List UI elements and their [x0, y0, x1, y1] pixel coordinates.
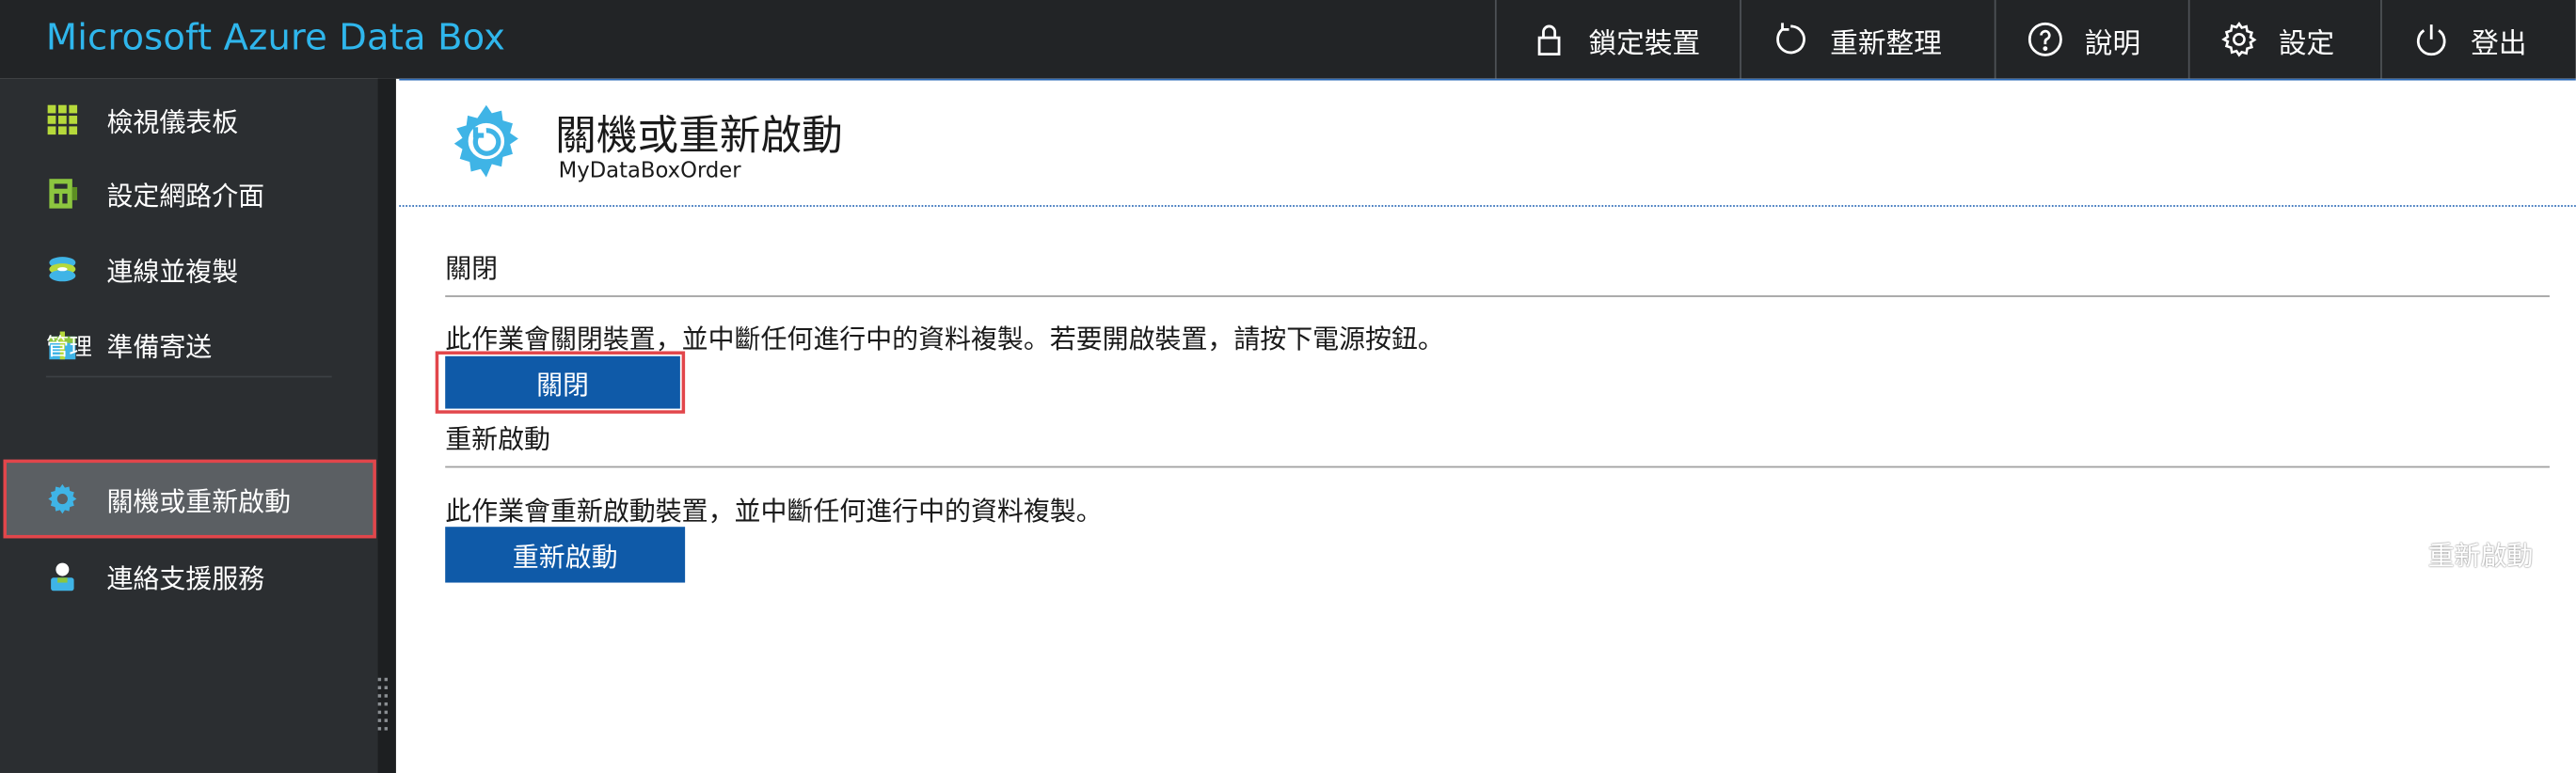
refresh-label: 重新整理 — [1830, 26, 1942, 60]
sidebar-item-label: 關機或重新啟動 — [106, 485, 292, 517]
sidebar-item-label: 檢視儀表板 — [106, 106, 239, 138]
sidebar-item-label: 連線並複製 — [106, 256, 239, 288]
sign-out-label: 登出 — [2471, 26, 2527, 60]
shutdown-button-highlight — [435, 351, 686, 414]
sidebar-section-manage: 管理 — [45, 335, 92, 361]
dashboard-grid-icon — [46, 103, 79, 136]
restart-divider — [445, 465, 2550, 468]
restart-ghost-label: 重新啟動 — [2427, 540, 2534, 572]
shutdown-divider — [445, 295, 2550, 297]
support-person-icon — [46, 560, 79, 592]
refresh-icon — [1771, 20, 1810, 59]
refresh-button[interactable]: 重新整理 — [1740, 0, 1996, 79]
sidebar-item-label: 設定網路介面 — [106, 180, 265, 213]
page-subtitle: MyDataBoxOrder — [558, 159, 741, 184]
app-title: Microsoft Azure Data Box — [45, 18, 506, 59]
lock-device-label: 鎖定裝置 — [1588, 26, 1701, 60]
network-icon — [46, 177, 79, 210]
top-bar: Microsoft Azure Data Box 鎖定裝置 重新整理 說明 設定… — [0, 0, 2576, 79]
shutdown-heading: 關閉 — [445, 252, 499, 284]
restart-heading: 重新啟動 — [445, 423, 550, 455]
resize-grip-icon[interactable] — [377, 676, 389, 738]
help-button[interactable]: 說明 — [1994, 0, 2190, 79]
sidebar-item-contact-support[interactable]: 連絡支援服務 — [0, 538, 378, 613]
copy-disk-icon — [46, 253, 79, 286]
shutdown-restart-gear-icon — [453, 104, 518, 178]
sidebar-item-label: 準備寄送 — [106, 331, 213, 363]
lock-icon — [1530, 20, 1569, 59]
sidebar-item-shutdown-restart[interactable]: 關機或重新啟動 — [3, 459, 376, 539]
sidebar-resizer[interactable] — [377, 78, 396, 773]
sign-out-button[interactable]: 登出 — [2380, 0, 2576, 79]
help-icon — [2026, 20, 2065, 59]
restart-button[interactable]: 重新啟動 — [445, 527, 686, 583]
sidebar-item-network[interactable]: 設定網路介面 — [0, 156, 378, 231]
restart-description: 此作業會重新啟動裝置，並中斷任何進行中的資料複製。 — [445, 496, 1103, 528]
gear-icon — [46, 482, 79, 515]
page-title: 關機或重新啟動 — [555, 111, 843, 160]
sidebar-item-label: 連絡支援服務 — [106, 562, 265, 594]
gear-icon — [2219, 20, 2259, 59]
settings-label: 設定 — [2278, 26, 2335, 60]
help-label: 說明 — [2084, 26, 2141, 60]
lock-device-button[interactable]: 鎖定裝置 — [1494, 0, 1741, 79]
sidebar-divider — [45, 375, 332, 378]
sidebar-item-connect-copy[interactable]: 連線並複製 — [0, 231, 378, 307]
sidebar-item-dashboard[interactable]: 檢視儀表板 — [0, 82, 378, 157]
settings-button[interactable]: 設定 — [2187, 0, 2382, 79]
power-icon — [2411, 20, 2451, 59]
shutdown-description: 此作業會關閉裝置，並中斷任何進行中的資料複製。若要開啟裝置，請按下電源按鈕。 — [445, 323, 1444, 355]
